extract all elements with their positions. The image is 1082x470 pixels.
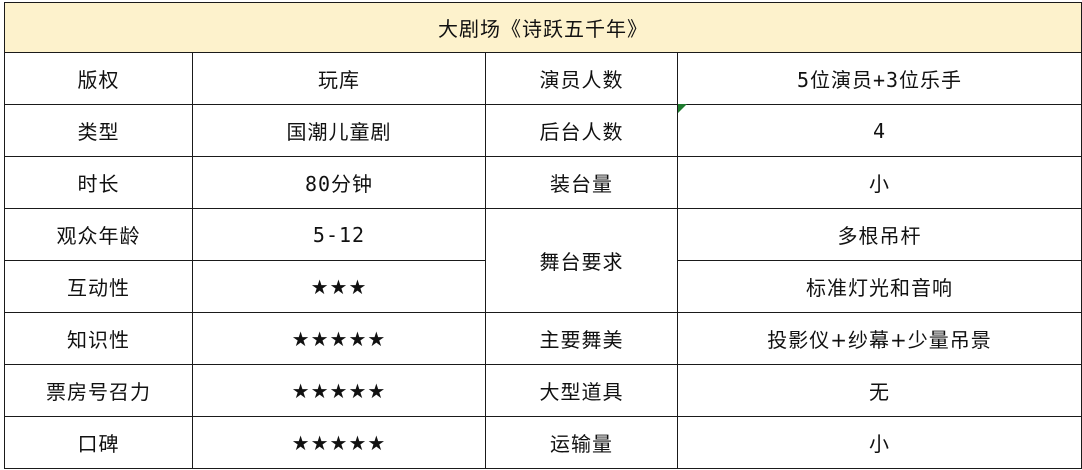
title-row: 大剧场《诗跃五千年》	[4, 2, 1082, 53]
value-cell: 小	[677, 156, 1082, 209]
table-row: 票房号召力 ★★★★★ 大型道具 无	[4, 364, 1082, 417]
table-row: 观众年龄 5-12 舞台要求 多根吊杆	[4, 208, 1082, 313]
value-cell: 无	[677, 364, 1082, 417]
label-cell: 知识性	[4, 312, 193, 365]
star-rating: ★★★	[192, 260, 486, 313]
label-cell: 时长	[4, 156, 193, 209]
info-sheet: 大剧场《诗跃五千年》 版权 玩库 演员人数 5位演员+3位乐手 类型 国潮儿童剧…	[0, 0, 1082, 470]
label-cell: 后台人数	[485, 104, 678, 157]
label-cell: 主要舞美	[485, 312, 678, 365]
value-cell: 投影仪+纱幕+少量吊景	[677, 312, 1082, 365]
value-cell: 5-12	[192, 208, 486, 261]
table-row: 口碑 ★★★★★ 运输量 小	[4, 416, 1082, 469]
label-cell: 大型道具	[485, 364, 678, 417]
label-cell: 版权	[4, 52, 193, 105]
label-cell: 票房号召力	[4, 364, 193, 417]
value-cell: 80分钟	[192, 156, 486, 209]
label-cell: 装台量	[485, 156, 678, 209]
star-rating: ★★★★★	[192, 416, 486, 469]
value-cell: 5位演员+3位乐手	[677, 52, 1082, 105]
table-row: 知识性 ★★★★★ 主要舞美 投影仪+纱幕+少量吊景	[4, 312, 1082, 365]
value-cell: 小	[677, 416, 1082, 469]
table-row: 类型 国潮儿童剧 后台人数 4	[4, 104, 1082, 157]
table-row: 版权 玩库 演员人数 5位演员+3位乐手	[4, 52, 1082, 105]
label-cell: 口碑	[4, 416, 193, 469]
label-cell: 互动性	[4, 260, 193, 313]
label-cell: 类型	[4, 104, 193, 157]
comment-indicator-icon	[678, 104, 687, 113]
star-rating: ★★★★★	[192, 364, 486, 417]
label-cell: 舞台要求	[485, 208, 678, 313]
info-table: 大剧场《诗跃五千年》 版权 玩库 演员人数 5位演员+3位乐手 类型 国潮儿童剧…	[4, 2, 1082, 469]
value-cell: 标准灯光和音响	[677, 260, 1082, 313]
table-row: 时长 80分钟 装台量 小	[4, 156, 1082, 209]
value-cell: 玩库	[192, 52, 486, 105]
table-title: 大剧场《诗跃五千年》	[4, 2, 1082, 53]
label-cell: 演员人数	[485, 52, 678, 105]
label-cell: 观众年龄	[4, 208, 193, 261]
value-cell: 4	[677, 104, 1082, 157]
star-rating: ★★★★★	[192, 312, 486, 365]
value-cell: 国潮儿童剧	[192, 104, 486, 157]
label-cell: 运输量	[485, 416, 678, 469]
value-cell: 多根吊杆	[677, 208, 1082, 261]
